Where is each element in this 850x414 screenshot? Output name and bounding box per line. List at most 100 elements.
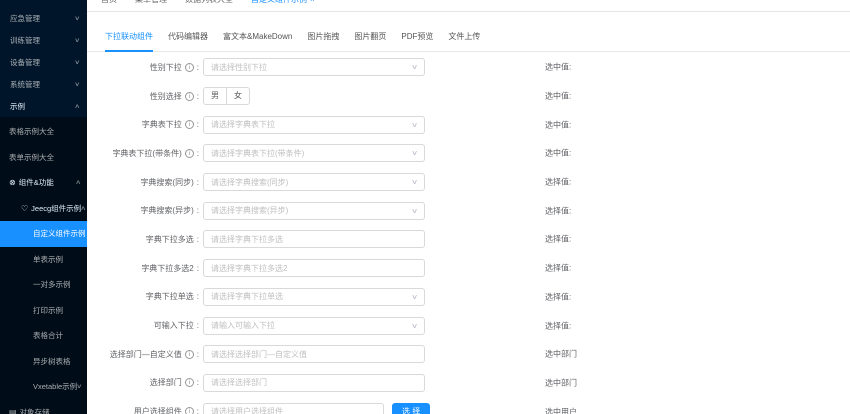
info-circle-icon: i — [184, 148, 194, 158]
chevron-down-icon: ∨ — [410, 322, 419, 330]
dropdown-select[interactable]: 请选择字典下拉多选 — [203, 230, 425, 249]
page-tab[interactable]: 自定义组件示例× — [242, 0, 324, 11]
selected-value-label: 选择值: — [545, 206, 572, 216]
tab-item[interactable]: 文件上传 — [448, 31, 480, 51]
content-area: 下拉联动组件 代码编辑器 富文本&MakeDown 图片拖拽 图片翻页 PDF预览 文件上传… — [87, 13, 850, 414]
chevron-up-icon: ∧ — [74, 180, 81, 187]
dropdown-select[interactable]: 请选择选择部门 — [203, 373, 425, 392]
tab-item[interactable]: 富文本&MakeDown — [223, 31, 292, 51]
sidebar-item[interactable]: 应急管理 ∨ — [0, 7, 87, 29]
user-select-input[interactable]: 请选择用户选择组件 — [203, 402, 384, 414]
tab-item[interactable]: 图片翻页 — [354, 31, 386, 51]
form-row: 字典表下拉(带条件) i: 请选择字典表下拉(带条件) ∨ 选中值: — [87, 139, 850, 168]
page-tab[interactable]: 首页 — [92, 0, 126, 11]
sidebar-item[interactable]: 训练管理 ∨ — [0, 29, 87, 51]
field-label: 字典表下拉 i: — [87, 119, 199, 130]
info-circle-icon: i — [184, 407, 194, 414]
chevron-down-icon: ∨ — [73, 81, 80, 88]
sidebar-item-label: 异步树表格 — [33, 356, 71, 366]
page-tab[interactable]: 数据列表大全 — [176, 0, 242, 11]
field-label: 字典下拉多选: — [87, 234, 199, 245]
label-colon: : — [196, 292, 199, 302]
tab-item[interactable]: 代码编辑器 — [168, 31, 208, 51]
dropdown-select[interactable]: 请选择性别下拉 ∨ — [203, 58, 425, 77]
tab-item[interactable]: PDF预览 — [401, 31, 433, 51]
sidebar-item[interactable]: 自定义组件示例 — [0, 221, 87, 247]
page-tab-label: 首页 — [101, 0, 117, 4]
sidebar-submenu: 表格示例大全 表单示例大全 ⊗ 组件&功能 ∧ ♡ Jeecg组件示例 ∧ 自定义组件示例 单表示… — [0, 117, 87, 414]
field-label-text: 性别选择 — [149, 91, 182, 101]
dropdown-select[interactable]: 请选择字典下拉多选2 — [203, 259, 425, 278]
selected-value-label: 选中部门 — [545, 378, 577, 388]
sidebar-item[interactable]: 系统管理 ∨ — [0, 73, 87, 95]
sidebar: 人员管理∨应急管理∨训练管理∨设备管理∨系统管理∨示例∧表格示例大全表单示例大全… — [0, 0, 87, 414]
select-placeholder: 请选择选择部门 — [211, 378, 267, 388]
sidebar-item[interactable]: 表单示例大全 — [0, 145, 87, 171]
sidebar-item[interactable]: 表格示例大全 — [0, 119, 87, 145]
form-row: 字典下拉多选: 请选择字典下拉多选 选择值: — [87, 225, 850, 254]
sidebar-item[interactable]: 示例 ∧ — [0, 95, 87, 117]
radio-option[interactable]: 男 — [203, 87, 227, 106]
sidebar-item[interactable]: 打印示例 — [0, 298, 87, 324]
sidebar-item[interactable]: 表格合计 — [0, 323, 87, 349]
selected-value-label: 选中值: — [545, 91, 572, 101]
selected-value-label: 选中值: — [545, 148, 572, 158]
close-icon[interactable]: × — [310, 0, 315, 4]
field-label-text: 字典下拉多选2 — [141, 263, 194, 273]
field-label-text: 用户选择组件 — [133, 407, 182, 414]
form-row: 字典下拉多选2: 请选择字典下拉多选2 选择值: — [87, 254, 850, 283]
dropdown-select[interactable]: 请输入可输入下拉 ∨ — [203, 316, 425, 335]
chevron-down-icon: ∨ — [76, 384, 83, 391]
chevron-down-icon: ∨ — [410, 150, 419, 158]
selected-value-label: 选中值: — [545, 62, 572, 72]
radio-option[interactable]: 女 — [226, 87, 250, 106]
tab-item[interactable]: 图片拖拽 — [307, 31, 339, 51]
sidebar-item[interactable]: ♡ Jeecg组件示例 ∧ — [0, 196, 87, 222]
chevron-down-icon: ∨ — [410, 64, 419, 72]
radio-group: 男女 — [203, 87, 250, 106]
sidebar-item[interactable]: 一对多示例 — [0, 272, 87, 298]
label-colon: : — [196, 148, 199, 158]
sidebar-item-label: Vxetable示例 — [33, 382, 78, 392]
sidebar-item-label: 打印示例 — [33, 305, 63, 315]
field-label: 可输入下拉: — [87, 320, 199, 331]
dropdown-select[interactable]: 请选择字典下拉单选 ∨ — [203, 287, 425, 306]
form-row: 用户选择组件 i: 请选择用户选择组件 选 择 选中用户 — [87, 397, 850, 414]
sidebar-item-label: 组件&功能 — [18, 178, 54, 188]
select-placeholder: 请选择字典下拉单选 — [211, 292, 283, 302]
dropdown-select[interactable]: 请选择字典表下拉(带条件) ∨ — [203, 144, 425, 163]
selected-value-label: 选择值: — [545, 292, 572, 302]
sidebar-item-label: 示例 — [10, 101, 25, 111]
heart-icon: ♡ — [21, 203, 29, 213]
field-label-text: 可输入下拉 — [153, 321, 194, 331]
select-user-button[interactable]: 选 择 — [392, 403, 431, 414]
sidebar-item[interactable]: Vxetable示例 ∨ — [0, 374, 87, 400]
chevron-down-icon: ∨ — [410, 179, 419, 187]
dropdown-select[interactable]: 请选择字典表下拉 ∨ — [203, 115, 425, 134]
sidebar-item[interactable]: 设备管理 ∨ — [0, 51, 87, 73]
dropdown-select[interactable]: 请选择字典搜索(同步) ∨ — [203, 173, 425, 192]
sidebar-item-label: 人员管理 — [10, 0, 40, 2]
page-tab[interactable]: 菜单管理 — [126, 0, 176, 11]
field-label-text: 字典下拉多选 — [145, 234, 194, 244]
field-label: 性别下拉 i: — [87, 62, 199, 73]
storage-icon: ▤ — [9, 407, 17, 414]
sidebar-item[interactable]: 异步树表格 — [0, 349, 87, 375]
sidebar-item[interactable]: ⊗ 组件&功能 ∧ — [0, 170, 87, 196]
sidebar-item[interactable]: 人员管理∨ — [0, 0, 87, 7]
field-label: 性别选择 i: — [87, 91, 199, 102]
field-label: 字典表下拉(带条件) i: — [87, 148, 199, 159]
dropdown-select[interactable]: 请选择选择部门—自定义值 — [203, 345, 425, 364]
info-circle-icon: i — [184, 378, 194, 388]
sidebar-item[interactable]: 单表示例 — [0, 247, 87, 273]
label-colon: : — [196, 407, 199, 414]
sidebar-item[interactable]: ▤ 对象存储 — [0, 400, 87, 414]
sidebar-item-label: 对象存储 — [19, 407, 50, 414]
dropdown-select[interactable]: 请选择字典搜索(异步) ∨ — [203, 201, 425, 220]
select-placeholder: 请选择字典下拉多选2 — [211, 263, 288, 273]
field-label-text: 字典下拉单选 — [145, 292, 194, 302]
form-row: 字典表下拉 i: 请选择字典表下拉 ∨ 选中值: — [87, 110, 850, 139]
chevron-down-icon: ∨ — [73, 59, 80, 66]
sidebar-item-label: Jeecg组件示例 — [31, 203, 82, 213]
tab-active[interactable]: 下拉联动组件 — [105, 31, 153, 52]
